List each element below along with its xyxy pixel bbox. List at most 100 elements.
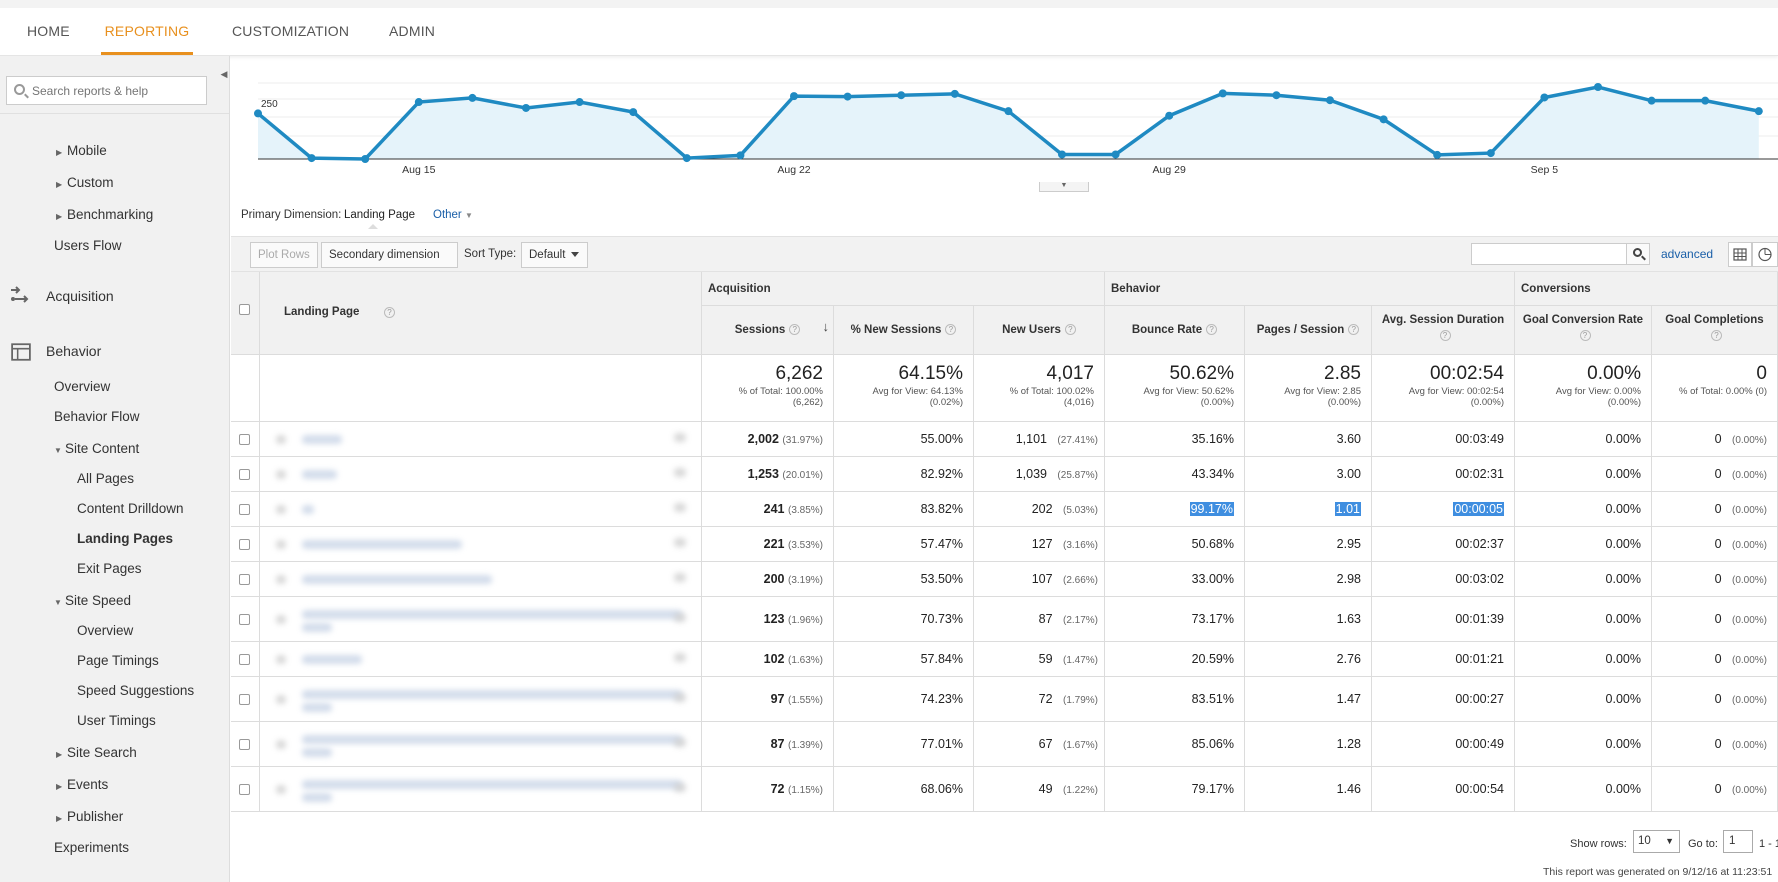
data-point[interactable] [790,92,798,101]
data-point[interactable] [1433,150,1442,159]
column-header[interactable]: New Users? [974,306,1105,355]
data-point[interactable] [736,151,745,160]
table-row[interactable] [260,492,702,527]
data-point[interactable] [1218,89,1227,98]
column-header[interactable]: % New Sessions? [834,306,974,355]
sidebar-item-experiments[interactable]: Experiments [54,840,129,855]
table-view-button[interactable] [1728,242,1752,267]
help-icon[interactable]: ? [1064,324,1076,336]
row-checkbox[interactable] [239,503,250,515]
data-point[interactable] [361,155,370,163]
table-row[interactable] [260,597,702,642]
plot-rows-button[interactable]: Plot Rows [250,242,318,268]
sidebar-item-site-search[interactable]: ▶ Site Search [56,745,137,760]
chart-resize-handle[interactable]: ▼ [1039,182,1089,192]
data-point[interactable] [1701,96,1710,105]
primary-dimension-landing-page[interactable]: Landing Page [344,209,415,221]
goto-input[interactable]: 1 [1723,830,1753,853]
table-row[interactable] [260,457,702,492]
landing-page-link-cont[interactable] [302,747,332,757]
sort-descending-icon[interactable]: ↓ [823,319,830,334]
landing-page-link[interactable] [302,779,682,789]
data-point[interactable] [254,109,262,118]
tab-admin[interactable]: ADMIN [389,8,435,55]
sidebar-item-user-timings[interactable]: User Timings [77,713,156,728]
landing-page-link[interactable] [302,689,682,699]
collapse-sidebar-icon[interactable]: ◀ [218,64,229,84]
sidebar-item-site-speed[interactable]: ▼ Site Speed [54,593,131,608]
landing-page-link[interactable] [302,539,462,549]
column-header[interactable]: Goal Conversion Rate? [1515,306,1652,355]
help-icon[interactable]: ? [1579,330,1591,342]
pie-view-button[interactable] [1752,242,1778,267]
select-all-checkbox[interactable] [239,304,250,315]
landing-page-link[interactable] [302,654,362,664]
open-page-icon[interactable] [674,612,686,622]
landing-page-link-cont[interactable] [302,702,332,712]
row-checkbox[interactable] [239,538,250,550]
sidebar-item-users-flow[interactable]: Users Flow [54,238,122,253]
open-page-icon[interactable] [674,737,686,747]
landing-page-header[interactable]: Landing Page? [260,272,702,355]
primary-dimension-other[interactable]: Other ▼ [433,209,473,221]
data-point[interactable] [1647,96,1656,105]
data-point[interactable] [629,108,638,117]
help-icon[interactable]: ? [384,307,395,318]
table-filter-input[interactable] [1471,243,1627,265]
data-point[interactable] [522,103,530,112]
row-checkbox[interactable] [239,693,250,705]
data-point[interactable] [950,89,959,98]
data-point[interactable] [897,91,906,100]
tab-reporting[interactable]: REPORTING [101,8,193,55]
help-icon[interactable]: ? [1439,330,1451,342]
sidebar-item-custom[interactable]: ▶ Custom [56,175,114,190]
table-row[interactable] [260,642,702,677]
table-row[interactable] [260,677,702,722]
sidebar-item-benchmarking[interactable]: ▶ Benchmarking [56,207,153,222]
table-row[interactable] [260,527,702,562]
open-page-icon[interactable] [674,572,686,582]
sidebar-item-events[interactable]: ▶ Events [56,777,108,792]
tab-customization[interactable]: CUSTOMIZATION [232,8,349,55]
sidebar-item-behavior-flow[interactable]: Behavior Flow [54,409,140,424]
tab-home[interactable]: HOME [27,8,70,55]
table-row[interactable] [260,562,702,597]
open-page-icon[interactable] [674,537,686,547]
sidebar-item-content-drilldown[interactable]: Content Drilldown [77,501,184,516]
help-icon[interactable]: ? [789,324,801,336]
table-row[interactable] [260,767,702,812]
open-page-icon[interactable] [674,502,686,512]
row-checkbox[interactable] [239,613,250,625]
open-page-icon[interactable] [674,467,686,477]
open-page-icon[interactable] [674,652,686,662]
column-header[interactable]: Bounce Rate? [1105,306,1245,355]
data-point[interactable] [307,154,316,163]
data-point[interactable] [1326,96,1334,105]
sidebar-item-site-content[interactable]: ▼ Site Content [54,441,139,456]
data-point[interactable] [1165,111,1174,120]
data-point[interactable] [682,154,691,163]
show-rows-select[interactable]: 10 ▼ [1633,830,1680,853]
data-point[interactable] [1111,150,1120,159]
data-point[interactable] [1754,107,1763,116]
data-point[interactable] [1486,149,1495,158]
row-checkbox[interactable] [239,468,250,480]
data-point[interactable] [1540,93,1549,102]
data-point[interactable] [468,93,477,102]
sidebar-item-speed-overview[interactable]: Overview [77,623,133,638]
column-header[interactable]: Sessions? ↓ [702,306,834,355]
data-point[interactable] [1379,115,1388,124]
data-point[interactable] [1272,91,1281,100]
sidebar-item-acquisition[interactable]: Acquisition [46,288,114,304]
sidebar-item-all-pages[interactable]: All Pages [77,471,134,486]
data-point[interactable] [1004,107,1013,116]
sidebar-item-page-timings[interactable]: Page Timings [77,653,159,668]
table-search-button[interactable] [1626,243,1650,265]
open-page-icon[interactable] [674,782,686,792]
landing-page-link-cont[interactable] [302,792,332,802]
sidebar-item-publisher[interactable]: ▶ Publisher [56,809,123,824]
landing-page-link[interactable] [302,434,342,444]
data-point[interactable] [575,98,584,107]
open-page-icon[interactable] [674,432,686,442]
data-point[interactable] [843,92,852,101]
